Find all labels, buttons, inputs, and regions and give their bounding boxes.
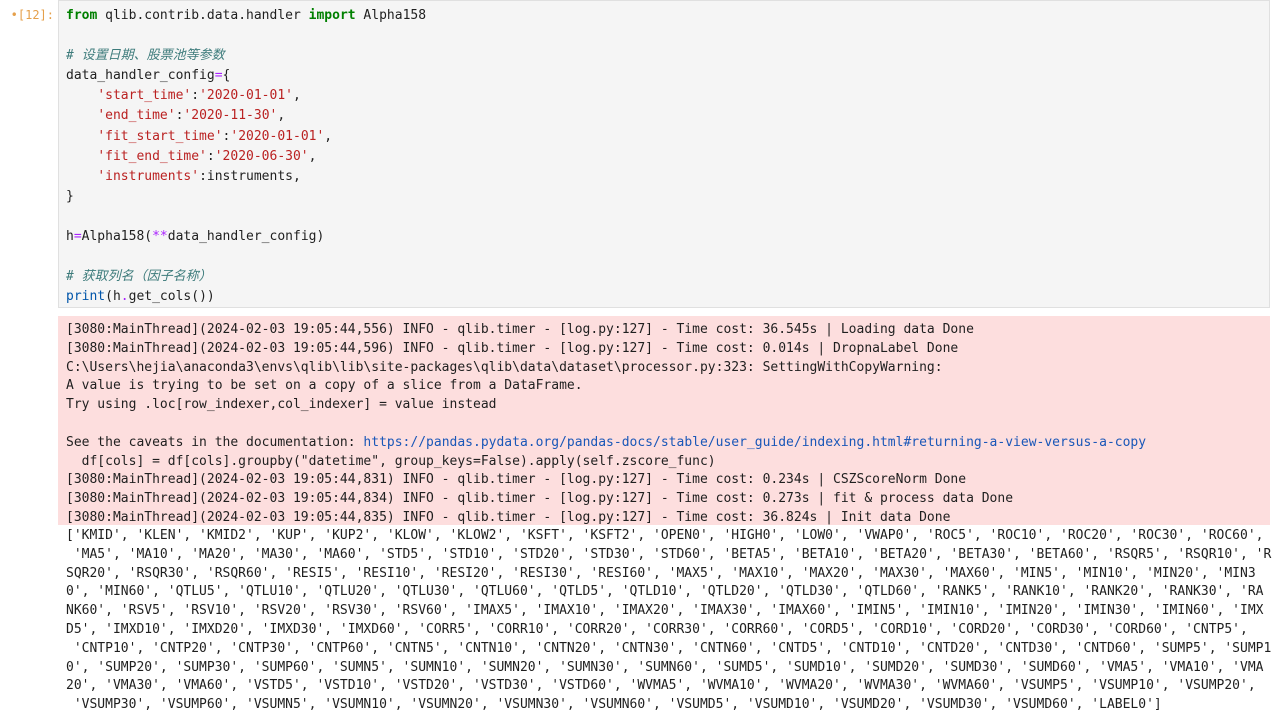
- code-token: '2020-11-30': [183, 108, 278, 124]
- code-line: h=Alpha158(**data_handler_config): [66, 227, 1269, 247]
- code-token: :: [191, 88, 200, 104]
- code-token: .: [120, 289, 129, 305]
- output-line: 'MA5', 'MA10', 'MA20', 'MA30', 'MA60', '…: [66, 546, 1272, 562]
- log-line: A value is trying to be set on a copy of…: [66, 377, 1270, 396]
- log-line: See the caveats in the documentation: ht…: [66, 434, 1270, 453]
- code-token: ,: [277, 108, 286, 124]
- code-token: '2020-06-30': [214, 148, 309, 164]
- code-token: ,: [308, 148, 317, 164]
- log-line: C:\Users\hejia\anaconda3\envs\qlib\lib\s…: [66, 359, 1270, 378]
- code-token: # 设置日期、股票池等参数: [66, 48, 225, 64]
- output-line: SQR20', 'RSQR30', 'RSQR60', 'RESI5', 'RE…: [66, 565, 1256, 581]
- code-line: 'fit_start_time':'2020-01-01',: [66, 127, 1269, 147]
- code-token: =: [73, 229, 82, 245]
- code-token: Try using .loc[row_indexer,col_indexer] …: [66, 397, 497, 413]
- output-line: D5', 'IMXD10', 'IMXD20', 'IMXD30', 'IMXD…: [66, 621, 1248, 637]
- code-token: import: [308, 8, 356, 23]
- code-token: 'end_time': [97, 108, 176, 124]
- code-line: print(h.get_cols()): [66, 287, 1269, 307]
- code-token: 'fit_start_time': [97, 128, 223, 144]
- execution-count-prompt: •[12]:: [10, 8, 54, 22]
- code-token: '2020-01-01': [199, 88, 293, 104]
- code-token: {: [222, 68, 231, 84]
- code-token: }: [66, 188, 74, 204]
- log-line: [3080:MainThread](2024-02-03 19:05:44,83…: [66, 471, 1270, 490]
- output-line: 0', 'SUMP20', 'SUMP30', 'SUMP60', 'SUMN5…: [66, 659, 1264, 675]
- code-token: :: [206, 148, 215, 164]
- code-token: [3080:MainThread](2024-02-03 19:05:44,59…: [66, 340, 959, 356]
- code-line: from qlib.contrib.data.handler import Al…: [66, 6, 1269, 26]
- code-token: from: [66, 8, 98, 23]
- code-token: qlib.contrib.data.handler: [97, 8, 309, 23]
- code-token: =: [214, 68, 223, 84]
- output-line: 'VSUMP30', 'VSUMP60', 'VSUMN5', 'VSUMN10…: [66, 697, 1162, 713]
- code-token: ,: [324, 128, 333, 144]
- output-line: 'CNTP10', 'CNTP20', 'CNTP30', 'CNTP60', …: [66, 640, 1272, 656]
- code-line: 'start_time':'2020-01-01',: [66, 86, 1269, 106]
- code-token: # 获取列名（因子名称）: [66, 269, 212, 285]
- log-line: Try using .loc[row_indexer,col_indexer] …: [66, 396, 1270, 415]
- code-token: See the caveats in the documentation:: [66, 434, 364, 450]
- code-cell-input[interactable]: from qlib.contrib.data.handler import Al…: [58, 0, 1270, 308]
- code-token: ,: [292, 88, 301, 104]
- output-line: ['KMID', 'KLEN', 'KMID2', 'KUP', 'KUP2',…: [66, 528, 1264, 543]
- stdout-output: ['KMID', 'KLEN', 'KMID2', 'KUP', 'KUP2',…: [58, 527, 1272, 721]
- log-line: [3080:MainThread](2024-02-03 19:05:44,83…: [66, 509, 1270, 525]
- code-token: print: [66, 289, 106, 305]
- code-line: 'instruments':instruments,: [66, 167, 1269, 187]
- stderr-output: [3080:MainThread](2024-02-03 19:05:44,55…: [58, 316, 1270, 525]
- log-line: [3080:MainThread](2024-02-03 19:05:44,83…: [66, 490, 1270, 509]
- log-line: [3080:MainThread](2024-02-03 19:05:44,55…: [66, 321, 1270, 340]
- code-line: 'fit_end_time':'2020-06-30',: [66, 147, 1269, 167]
- code-token: [3080:MainThread](2024-02-03 19:05:44,55…: [66, 322, 974, 337]
- code-token: '2020-01-01': [230, 128, 325, 144]
- output-line: 0', 'MIN60', 'QTLU5', 'QTLU10', 'QTLU20'…: [66, 584, 1264, 600]
- code-token: 'instruments': [97, 168, 200, 184]
- code-token: data_handler_config): [167, 229, 325, 245]
- output-line: 20', 'VMA30', 'VMA60', 'VSTD5', 'VSTD10'…: [66, 678, 1256, 694]
- code-token: h: [66, 229, 74, 245]
- code-token: **: [152, 229, 168, 245]
- code-line: data_handler_config={: [66, 66, 1269, 86]
- code-token: get_cols()): [128, 289, 215, 305]
- code-token: df[cols] = df[cols].groupby("datetime", …: [66, 453, 716, 469]
- code-token: [3080:MainThread](2024-02-03 19:05:44,83…: [66, 472, 967, 488]
- code-token: 'fit_end_time': [97, 148, 207, 164]
- code-line: 'end_time':'2020-11-30',: [66, 106, 1269, 126]
- code-token: :instruments,: [199, 168, 301, 184]
- code-line: # 获取列名（因子名称）: [66, 267, 1269, 287]
- code-token: 'start_time': [97, 88, 192, 104]
- code-token: [3080:MainThread](2024-02-03 19:05:44,83…: [66, 509, 951, 525]
- documentation-link[interactable]: https://pandas.pydata.org/pandas-docs/st…: [363, 435, 1146, 450]
- code-token: Alpha158: [355, 8, 427, 23]
- code-token: Alpha158(: [81, 229, 153, 245]
- code-line: }: [66, 187, 1269, 207]
- code-token: data_handler_config: [66, 68, 215, 84]
- output-line: NK60', 'RSV5', 'RSV10', 'RSV20', 'RSV30'…: [66, 603, 1264, 619]
- code-token: A value is trying to be set on a copy of…: [66, 378, 583, 394]
- log-line: [3080:MainThread](2024-02-03 19:05:44,59…: [66, 340, 1270, 359]
- code-token: C:\Users\hejia\anaconda3\envs\qlib\lib\s…: [66, 359, 943, 375]
- code-token: (h: [105, 289, 121, 305]
- code-line: # 设置日期、股票池等参数: [66, 46, 1269, 66]
- code-token: [3080:MainThread](2024-02-03 19:05:44,83…: [66, 491, 1014, 507]
- log-line: df[cols] = df[cols].groupby("datetime", …: [66, 453, 1270, 472]
